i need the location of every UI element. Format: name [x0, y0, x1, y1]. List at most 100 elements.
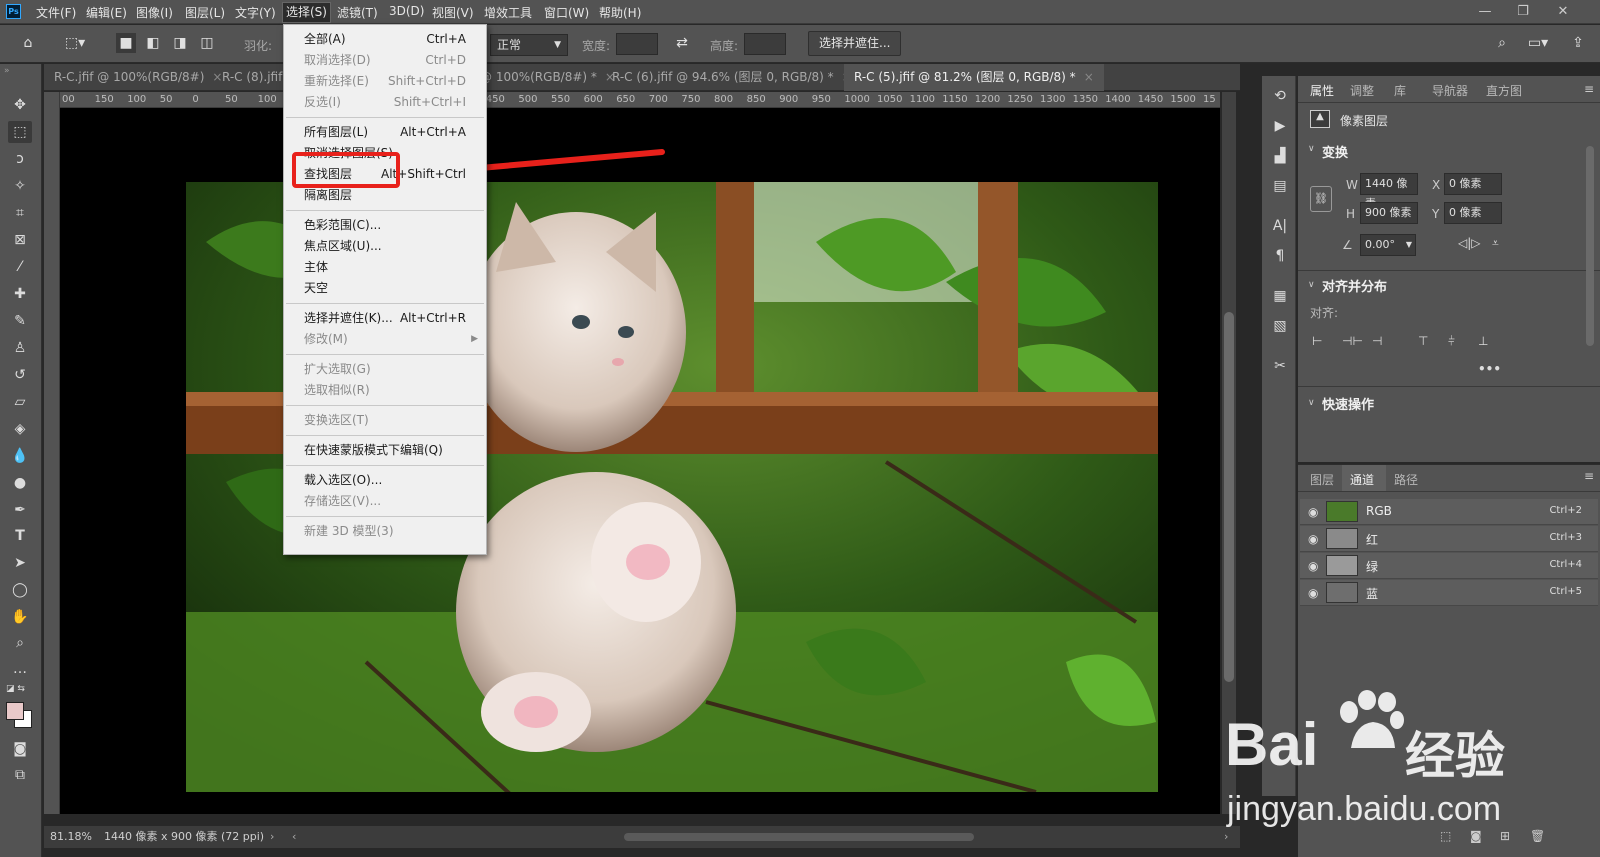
channel-row-red[interactable]: ◉ 红 Ctrl+3 [1300, 526, 1598, 552]
visibility-eye-icon[interactable]: ◉ [1308, 559, 1318, 573]
visibility-eye-icon[interactable]: ◉ [1308, 586, 1318, 600]
select-menu-item[interactable]: 反选(I) Shift+Ctrl+I [284, 92, 486, 113]
hand-tool-icon[interactable]: ✋ [8, 606, 32, 628]
align-left-icon[interactable]: ⊢ [1312, 334, 1322, 348]
height-field[interactable] [744, 33, 786, 55]
move-tool-icon[interactable]: ✥ [8, 94, 32, 116]
workspace-icon[interactable]: ▭▾ [1524, 33, 1552, 53]
horizontal-scroll-thumb[interactable] [624, 833, 974, 841]
transform-width-field[interactable]: 1440 像素 [1360, 173, 1418, 210]
path-selection-tool-icon[interactable]: ➤ [8, 552, 32, 574]
select-menu-item[interactable]: 扩大选取(G) [284, 359, 486, 380]
flip-vertical-icon[interactable]: ⩡ [1492, 236, 1499, 251]
visibility-eye-icon[interactable]: ◉ [1308, 505, 1318, 519]
eraser-tool-icon[interactable]: ▱ [8, 391, 32, 413]
chevron-down-icon[interactable]: ∨ [1308, 280, 1315, 290]
plugins-icon[interactable]: ▟ [1270, 146, 1290, 166]
style-select[interactable]: 正常 ▼ [490, 34, 568, 56]
dodge-tool-icon[interactable]: ● [8, 472, 32, 494]
select-menu-item[interactable]: 选取相似(R) [284, 380, 486, 401]
angle-field[interactable]: 0.00° ▼ [1360, 234, 1416, 256]
comments-icon[interactable]: ▤ [1270, 176, 1290, 196]
rect-marquee-preset-icon[interactable]: ⬚▾ [62, 33, 88, 53]
type-tool-icon[interactable]: T [8, 525, 32, 547]
align-right-icon[interactable]: ⊣ [1372, 334, 1382, 348]
history-brush-tool-icon[interactable]: ↺ [8, 364, 32, 386]
tab-histogram[interactable]: 直方图 [1486, 82, 1522, 99]
channel-row-blue[interactable]: ◉ 蓝 Ctrl+5 [1300, 580, 1598, 606]
select-menu-item[interactable]: 隔离图层 [284, 185, 486, 206]
transform-y-field[interactable]: 0 像素 [1444, 202, 1502, 224]
menu-item[interactable]: 编辑(E) [86, 4, 127, 21]
tab-channels[interactable]: 通道 [1342, 465, 1386, 491]
properties-scroll-thumb[interactable] [1586, 146, 1594, 346]
select-menu-item[interactable]: 存储选区(V)... [284, 491, 486, 512]
select-menu-item[interactable]: 焦点区域(U)... [284, 236, 486, 257]
paint-bucket-tool-icon[interactable]: ◈ [8, 418, 32, 440]
zoom-level[interactable]: 81.18% [50, 826, 92, 848]
more-options-icon[interactable]: ••• [1478, 362, 1501, 376]
select-menu-item[interactable]: 取消选择(D) Ctrl+D [284, 50, 486, 71]
eyedropper-tool-icon[interactable]: ⁄ [8, 256, 32, 278]
channel-row-green[interactable]: ◉ 绿 Ctrl+4 [1300, 553, 1598, 579]
tab-navigator[interactable]: 导航器 [1432, 82, 1468, 99]
tab-adjustments[interactable]: 调整 [1350, 82, 1374, 99]
align-bottom-icon[interactable]: ⊥ [1478, 334, 1488, 348]
align-vcenter-icon[interactable]: ⫩ [1448, 334, 1455, 349]
tab-doc-1[interactable]: R-C.jfif @ 100%(RGB/8#) × [44, 64, 232, 91]
pen-tool-icon[interactable]: ✒ [8, 499, 32, 521]
menu-item[interactable]: 滤镜(T) [337, 4, 378, 21]
tab-paths[interactable]: 路径 [1394, 471, 1418, 488]
new-selection-icon[interactable]: ■ [116, 33, 136, 53]
crop-tool-icon[interactable]: ⌗ [8, 202, 32, 224]
tab-layers[interactable]: 图层 [1310, 471, 1334, 488]
menu-item[interactable]: 文字(Y) [235, 4, 276, 21]
panel-menu-icon[interactable]: ≡ [1584, 469, 1594, 483]
menu-item[interactable]: 增效工具 [484, 4, 532, 21]
tab-properties[interactable]: 属性 [1310, 82, 1334, 99]
select-menu-item[interactable]: 新建 3D 模型(3) [284, 521, 486, 542]
select-menu-item[interactable]: 修改(M) ▶ [284, 329, 486, 350]
notes-icon[interactable]: ▧ [1270, 316, 1290, 336]
select-menu-item[interactable]: 所有图层(L) Alt+Ctrl+A [284, 122, 486, 143]
tab-libraries[interactable]: 库 [1394, 82, 1406, 99]
scroll-left-icon[interactable]: ‹ [292, 826, 296, 848]
add-selection-icon[interactable]: ◧ [143, 33, 163, 53]
tab-doc-2[interactable]: R-C (8).jfif [212, 64, 292, 91]
flip-horizontal-icon[interactable]: ◁|▷ [1458, 236, 1481, 250]
marquee-tool-icon[interactable]: ⬚ [8, 121, 32, 143]
menu-item[interactable]: 图层(L) [185, 4, 225, 21]
blur-tool-icon[interactable]: 💧 [8, 445, 32, 467]
tool-presets-icon[interactable]: ✂ [1270, 356, 1290, 376]
link-icon[interactable]: ⛓ [1310, 186, 1332, 212]
select-menu-item[interactable]: 选择并遮住(K)... Alt+Ctrl+R [284, 308, 486, 329]
menu-item[interactable]: 窗口(W) [544, 4, 589, 21]
share-icon[interactable]: ⇪ [1568, 33, 1588, 53]
panel-menu-icon[interactable]: ≡ [1584, 82, 1594, 96]
restore-icon[interactable]: ❐ [1508, 2, 1538, 22]
select-menu-item[interactable]: 色彩范围(C)... [284, 215, 486, 236]
select-menu-item[interactable]: 载入选区(O)... [284, 470, 486, 491]
select-menu-item[interactable]: 变换选区(T) [284, 410, 486, 431]
chevron-down-icon[interactable]: ∨ [1308, 144, 1315, 154]
intersect-selection-icon[interactable]: ◫ [197, 33, 217, 53]
swap-icon[interactable]: ⇄ [672, 33, 692, 53]
collapse-icon[interactable]: » [4, 66, 10, 76]
paragraph-icon[interactable]: ¶ [1270, 246, 1290, 266]
transform-height-field[interactable]: 900 像素 [1360, 202, 1418, 224]
menu-item[interactable]: 选择(S) [282, 2, 331, 23]
menu-item[interactable]: 帮助(H) [599, 4, 641, 21]
align-hcenter-icon[interactable]: ⊣⊢ [1342, 334, 1363, 348]
select-and-mask-button[interactable]: 选择并遮住... [808, 31, 902, 56]
libraries-icon[interactable]: ▦ [1270, 286, 1290, 306]
foreground-color-swatch[interactable] [6, 702, 24, 720]
search-icon[interactable]: ⌕ [1492, 33, 1512, 53]
default-colors-icon[interactable]: ◪ ⇆ [6, 684, 25, 694]
lasso-tool-icon[interactable]: ↄ [8, 148, 32, 170]
select-menu-item[interactable]: 在快速蒙版模式下编辑(Q) [284, 440, 486, 461]
menu-item[interactable]: 视图(V) [432, 4, 474, 21]
vertical-scroll-thumb[interactable] [1224, 312, 1234, 682]
magic-wand-tool-icon[interactable]: ✧ [8, 175, 32, 197]
screen-mode-icon[interactable]: ⧉ [8, 764, 32, 786]
history-icon[interactable]: ⟲ [1270, 86, 1290, 106]
